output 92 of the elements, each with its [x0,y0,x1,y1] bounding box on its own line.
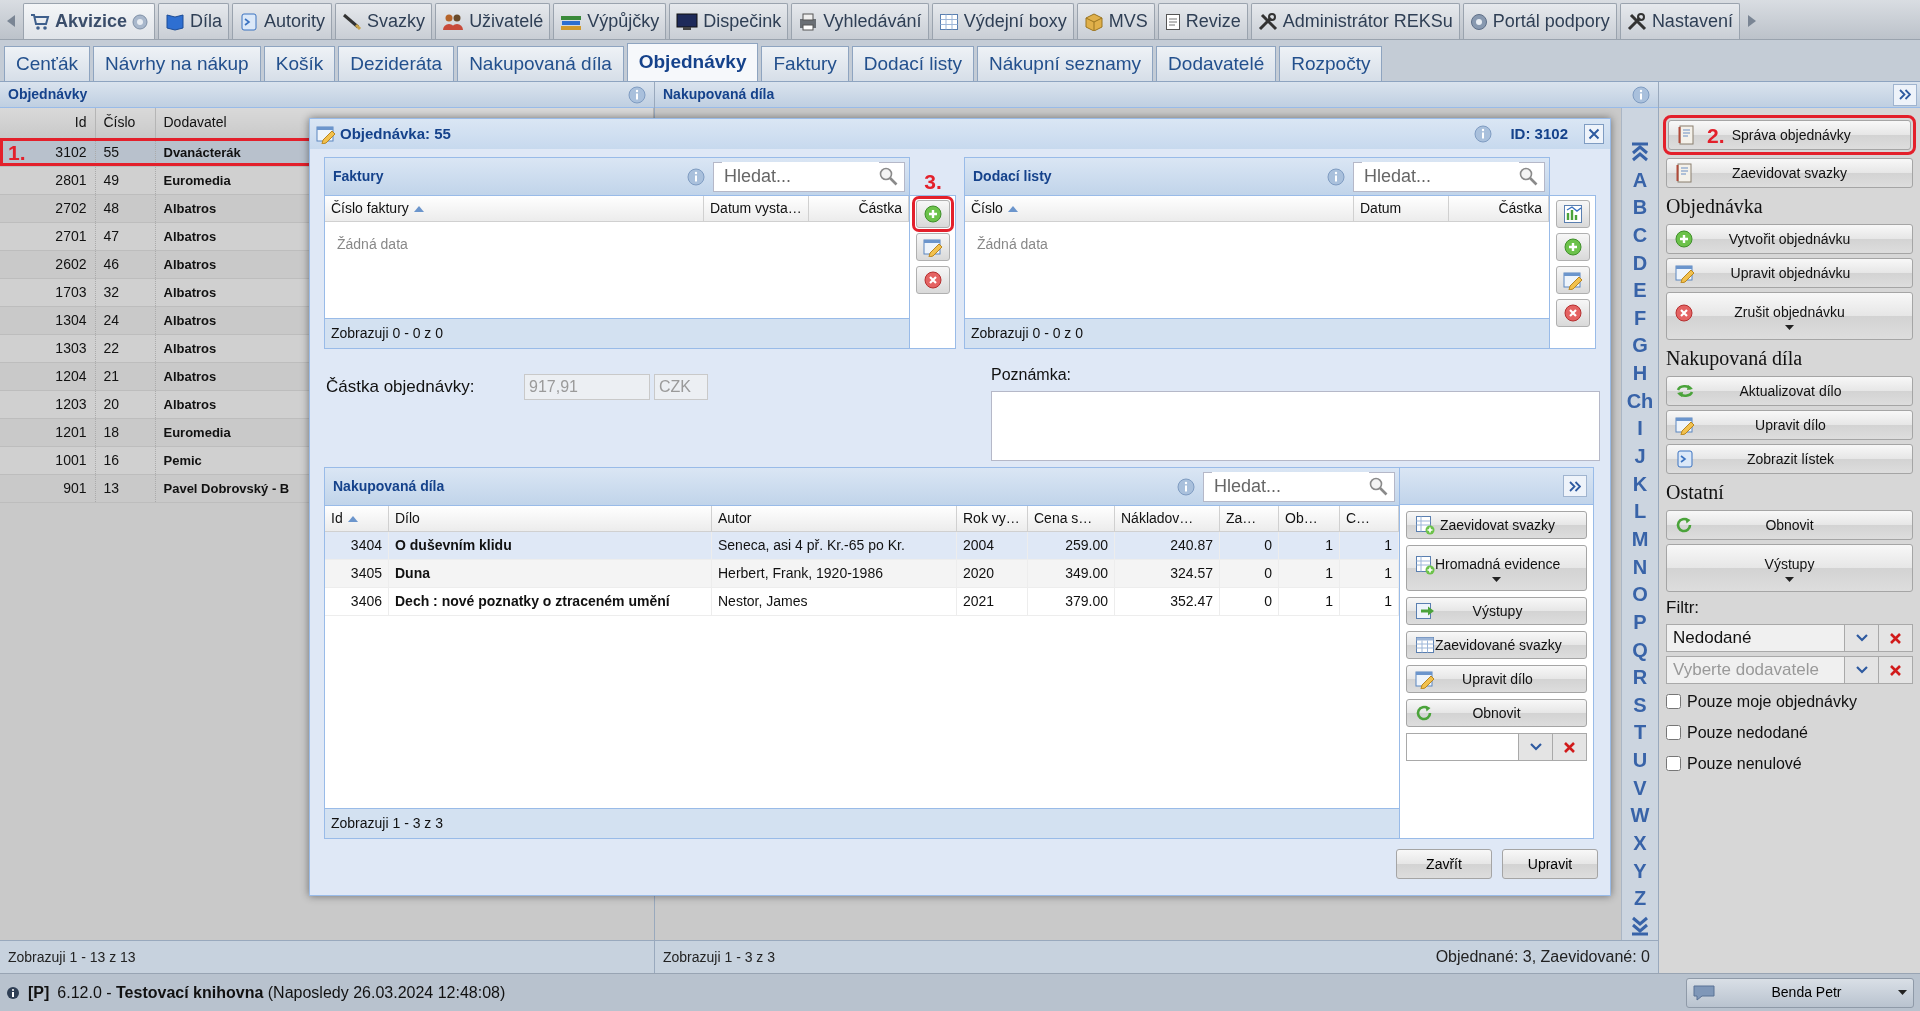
table-cell: Herbert, Frank, 1920-1986 [712,560,957,587]
table-cell: 3406 [325,588,389,615]
table-cell: 2702 [55,199,87,216]
table-cell: Albatros [163,396,217,412]
table-cell: 0 [1220,588,1279,615]
table-cell: Euromedia [163,424,231,440]
table-cell: 1703 [55,283,87,300]
panel-title: Dodací listy [973,167,1053,186]
empty-message: Žádná data [976,235,1049,254]
table-cell: Pemic [163,452,202,468]
table-cell: 47 [103,227,120,244]
table-cell: 352.47 [1115,588,1220,615]
panel-title: Objednávky [8,85,88,104]
table-cell: 349.00 [1028,560,1115,587]
table-cell: Euromedia [163,172,231,188]
table-cell: 1201 [55,423,87,440]
table-cell: 1304 [55,311,87,328]
table-cell: 1 [1279,532,1340,559]
summary-text: Objednané: 3, Zaevidované: 0 [1435,947,1650,967]
panel-title: Nakupovaná díla [333,477,446,496]
table-cell: 0 [1220,560,1279,587]
table-cell: Duna [389,560,712,587]
table-cell: Dvanácterák [163,144,241,160]
version-text: 6.12.0 - Testovací knihovna (Naposledy 26.03.2024 12:48:08) [57,982,506,1003]
pager-text: Zobrazuji 0 - 0 z 0 [971,324,1084,343]
table-cell: 2004 [957,532,1028,559]
table-cell: Albatros [163,228,217,244]
field-label: Poznámka: [991,365,1073,385]
table-cell: 1204 [55,367,87,384]
table-cell: Seneca, asi 4 př. Kr.-65 po Kr. [712,532,957,559]
table-cell: 1 [1279,560,1340,587]
table-cell: 1 [1279,588,1340,615]
table-cell: 48 [103,199,120,216]
table-cell: Albatros [163,312,217,328]
empty-message: Žádná data [336,235,409,254]
table-cell: 16 [103,451,120,468]
table-cell: 324.57 [1115,560,1220,587]
table-cell: 1303 [55,339,87,356]
table-cell: 55 [103,143,120,160]
record-id: ID: 3102 [1510,123,1568,144]
table-cell: Albatros [163,340,217,356]
table-cell: 1 [1340,560,1399,587]
table-cell: 3102 [55,143,87,160]
table-cell: 2602 [55,255,87,272]
annotation-number: 1. [8,141,26,163]
table-cell: Albatros [163,200,217,216]
annotation-number: 2. [1707,124,1725,146]
table-cell: 240.87 [1115,532,1220,559]
panel-title: Faktury [333,167,385,186]
table-cell: 2021 [957,588,1028,615]
table-cell: 21 [103,367,120,384]
table-cell: Pavel Dobrovský - B [163,480,290,496]
table-cell: 24 [103,311,120,328]
table-cell: 0 [1220,532,1279,559]
table-cell: O duševním klidu [389,532,712,559]
table-cell: 49 [103,171,120,188]
table-cell: 13 [103,479,120,496]
table-cell: 2801 [55,171,87,188]
table-cell: Albatros [163,368,217,384]
table-cell: 3404 [325,532,389,559]
table-cell: 2020 [957,560,1028,587]
section-heading: Ostatní [1666,480,1725,505]
table-cell: 3405 [325,560,389,587]
table-cell: 22 [103,339,120,356]
table-cell: 20 [103,395,120,412]
table-cell: 1001 [55,451,87,468]
table-cell: Albatros [163,256,217,272]
panel-title: Nakupovaná díla [663,85,775,104]
table-cell: Nestor, James [712,588,957,615]
filter-label: Filtr: [1666,597,1701,619]
pager-text: Zobrazuji 1 - 3 z 3 [331,814,444,833]
table-cell: 2701 [55,227,87,244]
table-cell: 18 [103,423,120,440]
section-heading: Nakupovaná díla [1666,346,1804,372]
table-cell: 32 [103,283,120,300]
table-cell: 1203 [55,395,87,412]
table-cell: 1 [1340,532,1399,559]
table-cell: 379.00 [1028,588,1115,615]
table-cell: 46 [103,255,120,272]
table-cell: Albatros [163,284,217,300]
section-heading: Objednávka [1666,194,1764,220]
pager-text: Zobrazuji 1 - 13 z 13 [8,947,136,967]
field-label: Částka objednávky: [326,376,476,399]
table-cell: 259.00 [1028,532,1115,559]
pager-text: Zobrazuji 0 - 0 z 0 [331,324,444,343]
table-cell: Dech : nové poznatky o ztraceném umění [389,588,712,615]
table-cell: 901 [63,479,87,496]
dialog-title: Objednávka: 55 [340,123,452,144]
mode-text: [P] [28,982,50,1003]
annotation-number: 3. [924,171,942,192]
pager-text: Zobrazuji 1 - 3 z 3 [663,947,776,967]
table-cell: 1 [1340,588,1399,615]
